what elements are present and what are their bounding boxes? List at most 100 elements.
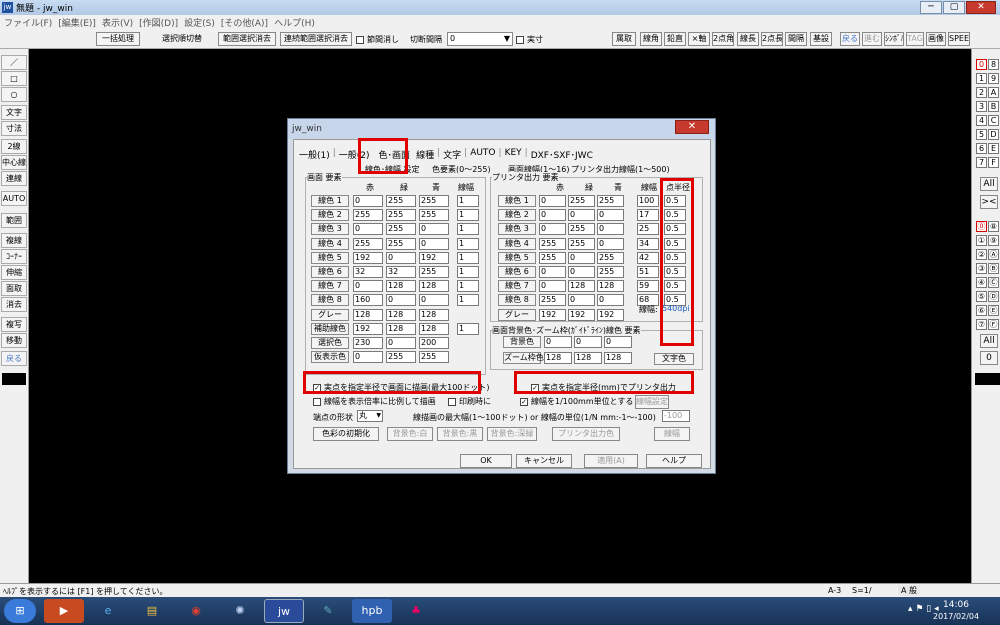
batch-process-button[interactable]: 一括処理 (96, 32, 140, 46)
media-player-icon[interactable]: ▶ (44, 599, 84, 623)
printer-color-3-button[interactable]: 線色 3 (498, 223, 536, 236)
color-init-button[interactable]: 色彩の初期化 (313, 427, 379, 441)
layer-group-0[interactable]: 0 (976, 59, 987, 70)
layer-group-5[interactable]: 5 (976, 129, 987, 140)
screen-color-7-blue[interactable]: 128 (419, 280, 449, 293)
bg-red-input[interactable]: 0 (544, 336, 572, 348)
printer-color-9-blue[interactable]: 192 (597, 308, 624, 321)
ie-icon[interactable]: e (88, 599, 128, 623)
screen-color-12-red[interactable]: 0 (353, 351, 383, 364)
apply-button[interactable]: 適用(A) (584, 454, 638, 468)
layer-group-d[interactable]: D (988, 129, 999, 140)
screen-color-2-button[interactable]: 線色 2 (311, 209, 349, 222)
move-tool[interactable]: 移動 (1, 333, 27, 348)
screen-color-4-blue[interactable]: 0 (419, 237, 449, 250)
corner-tool[interactable]: ｺｰﾅｰ (1, 249, 27, 264)
select-order-button[interactable]: 選択順切替 (157, 32, 207, 46)
screen-color-6-button[interactable]: 線色 6 (311, 266, 349, 278)
zoom-frame-color-button[interactable]: ズーム枠色 (503, 352, 544, 364)
printer-color-5-red[interactable]: 255 (539, 251, 566, 264)
rect-tool[interactable]: □ (1, 71, 27, 86)
vertical-button[interactable]: 鉛直 (664, 32, 686, 46)
printer-color-8-red[interactable]: 255 (539, 294, 566, 307)
layer-e[interactable]: Ⓔ (988, 305, 999, 316)
layer-group-a[interactable]: A (988, 87, 999, 98)
screen-color-10-blue[interactable]: 128 (419, 322, 449, 335)
continuous-erase-button[interactable]: 連続範囲選択消去 (280, 32, 352, 46)
zoom-green-input[interactable]: 128 (574, 352, 602, 364)
jissun-checkbox[interactable]: 実寸 (516, 34, 543, 45)
screen-color-1-width[interactable]: 1 (457, 195, 479, 207)
printer-color-7-button[interactable]: 線色 7 (498, 280, 536, 293)
printer-color-8-blue[interactable]: 0 (597, 294, 624, 307)
screen-color-6-green[interactable]: 32 (386, 266, 416, 278)
text-tool[interactable]: 文字 (1, 105, 27, 120)
continuous-line-tool[interactable]: 連線 (1, 171, 27, 186)
undo-tool[interactable]: 戻る (1, 351, 27, 366)
range-tool[interactable]: 範囲 (1, 213, 27, 228)
screen-color-10-green[interactable]: 128 (386, 322, 416, 335)
screen-color-12-blue[interactable]: 255 (419, 351, 449, 364)
bg-black-button[interactable]: 背景色:黒 (437, 427, 483, 441)
printer-color-4-green[interactable]: 255 (568, 237, 595, 250)
printer-color-6-green[interactable]: 0 (568, 266, 595, 278)
printer-color-2-width[interactable]: 17 (637, 209, 659, 222)
menu-file[interactable]: ファイル(F) (4, 16, 52, 29)
screen-color-9-button[interactable]: グレー (311, 308, 349, 321)
bg-color-button[interactable]: 背景色 (503, 336, 541, 348)
line-length-button[interactable]: 線長 (737, 32, 759, 46)
printer-color-2-red[interactable]: 0 (539, 209, 566, 222)
tab-key[interactable]: KEY (505, 148, 522, 161)
printer-color-9-button[interactable]: グレー (498, 308, 536, 321)
screen-color-7-red[interactable]: 0 (353, 280, 383, 293)
screen-color-3-red[interactable]: 0 (353, 223, 383, 236)
explorer-icon[interactable]: ▤ (132, 599, 172, 623)
printer-color-1-button[interactable]: 線色 1 (498, 195, 536, 207)
zoom-red-input[interactable]: 128 (544, 352, 572, 364)
layer-group-e[interactable]: E (988, 143, 999, 154)
layer-group-c[interactable]: C (988, 115, 999, 126)
screen-color-1-green[interactable]: 255 (386, 195, 416, 207)
layer-d[interactable]: Ⓓ (988, 291, 999, 302)
layer-6[interactable]: ⑥ (976, 305, 987, 316)
chrome-icon[interactable]: ◉ (176, 599, 216, 623)
printer-color-1-blue[interactable]: 255 (597, 195, 624, 207)
screen-color-4-green[interactable]: 255 (386, 237, 416, 250)
tab-dxf[interactable]: DXF･SXF･JWC (531, 148, 593, 161)
printer-color-1-green[interactable]: 255 (568, 195, 595, 207)
clock-date[interactable]: 2017/02/04 (933, 612, 979, 621)
printer-color-5-blue[interactable]: 255 (597, 251, 624, 264)
screen-color-5-red[interactable]: 192 (353, 251, 383, 264)
forward-button[interactable]: 進む (862, 32, 882, 46)
printer-color-2-blue[interactable]: 0 (597, 209, 624, 222)
screen-color-5-blue[interactable]: 192 (419, 251, 449, 264)
text-color-button[interactable]: 文字色 (654, 353, 694, 365)
printer-color-5-green[interactable]: 0 (568, 251, 595, 264)
printer-color-4-red[interactable]: 255 (539, 237, 566, 250)
printer-color-4-button[interactable]: 線色 4 (498, 237, 536, 250)
menu-edit[interactable]: [編集(E)] (58, 16, 96, 29)
layer-2[interactable]: ② (976, 249, 987, 260)
printer-color-3-green[interactable]: 255 (568, 223, 595, 236)
printer-color-8-button[interactable]: 線色 8 (498, 294, 536, 307)
screen-color-6-width[interactable]: 1 (457, 266, 479, 278)
printer-color-6-blue[interactable]: 255 (597, 266, 624, 278)
status-paper-size[interactable]: A-3 (828, 586, 841, 595)
bg-white-button[interactable]: 背景色:白 (387, 427, 433, 441)
start-button[interactable]: ⊞ (4, 599, 36, 623)
screen-color-9-blue[interactable]: 128 (419, 308, 449, 321)
layer-9[interactable]: ⑨ (988, 235, 999, 246)
screen-color-3-width[interactable]: 1 (457, 223, 479, 236)
screen-color-10-width[interactable]: 1 (457, 322, 479, 335)
screen-color-9-red[interactable]: 128 (353, 308, 383, 321)
screen-color-1-button[interactable]: 線色 1 (311, 195, 349, 207)
layer-zero-button[interactable]: 0 (980, 351, 998, 365)
interval-button[interactable]: 間隔 (785, 32, 807, 46)
printer-color-8-green[interactable]: 0 (568, 294, 595, 307)
layer-1[interactable]: ① (976, 235, 987, 246)
screen-color-3-blue[interactable]: 0 (419, 223, 449, 236)
screen-color-12-green[interactable]: 255 (386, 351, 416, 364)
screen-color-11-button[interactable]: 選択色 (311, 337, 349, 349)
screen-color-12-button[interactable]: 仮表示色 (311, 351, 349, 364)
layer-group-f[interactable]: F (988, 157, 999, 168)
